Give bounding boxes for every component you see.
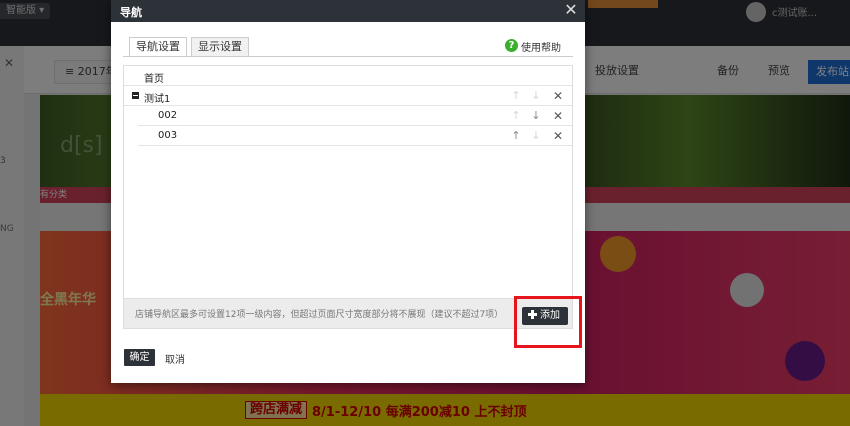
highlight-annotation (514, 296, 582, 348)
nav-item-label: 003 (158, 130, 178, 141)
nav-item-home[interactable]: 首页 (124, 66, 572, 86)
tab-nav-settings[interactable]: 导航设置 (129, 37, 187, 57)
nav-item-003[interactable]: 003 ↑ ↓ ✕ (138, 126, 572, 146)
help-icon: ? (505, 39, 518, 52)
nav-item-002[interactable]: 002 ↑ ↓ ✕ (138, 106, 572, 126)
move-up-icon[interactable]: ↑ (510, 129, 522, 143)
help-label: 使用帮助 (521, 43, 561, 54)
remove-icon[interactable]: ✕ (552, 129, 564, 143)
close-icon[interactable]: ✕ (563, 2, 579, 18)
remove-icon[interactable]: ✕ (552, 89, 564, 103)
nav-item-test1[interactable]: 测试1 ↑ ↓ ✕ (124, 86, 572, 106)
navigation-dialog: 导航 ✕ 导航设置 显示设置 ? 使用帮助 首页 测试1 ↑ ↓ ✕ 002 ↑… (111, 0, 585, 383)
tab-divider (123, 56, 573, 57)
nav-footer-bar: 店铺导航区最多可设置12项一级内容，但超过页面尺寸宽度部分将不展现（建议不超过7… (123, 299, 573, 329)
move-down-icon[interactable]: ↓ (530, 109, 542, 123)
dialog-header: 导航 ✕ (111, 0, 585, 22)
move-up-icon: ↑ (511, 109, 521, 122)
nav-item-label: 002 (158, 110, 178, 121)
move-down-icon: ↓ (531, 89, 541, 102)
remove-icon[interactable]: ✕ (552, 109, 564, 123)
move-down-icon: ↓ (531, 129, 541, 142)
nav-item-label: 测试1 (144, 94, 171, 105)
dialog-title: 导航 (120, 6, 142, 19)
nav-item-label: 首页 (144, 74, 164, 85)
cancel-button[interactable]: 取消 (165, 351, 185, 366)
move-up-icon: ↑ (511, 89, 521, 102)
tab-display-settings[interactable]: 显示设置 (191, 37, 249, 57)
confirm-button[interactable]: 确定 (124, 349, 155, 366)
nav-list: 首页 测试1 ↑ ↓ ✕ 002 ↑ ↓ ✕ 003 ↑ ↓ ✕ (123, 65, 573, 299)
nav-limit-note: 店铺导航区最多可设置12项一级内容，但超过页面尺寸宽度部分将不展现（建议不超过7… (135, 310, 504, 320)
collapse-icon[interactable] (132, 92, 139, 99)
